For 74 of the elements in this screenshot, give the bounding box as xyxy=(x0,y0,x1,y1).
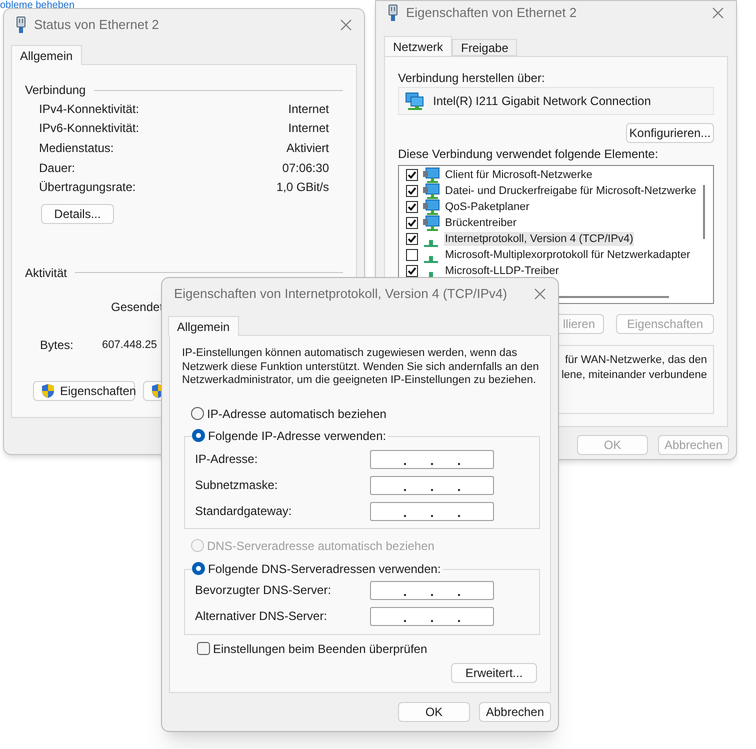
description-text: lene, miteinander verbundene xyxy=(561,368,707,383)
list-item[interactable]: Client für Microsoft-Netzwerke xyxy=(444,168,594,182)
checkbox[interactable] xyxy=(406,265,418,277)
ethernet-plug-icon xyxy=(388,4,398,22)
window-title: Status von Ethernet 2 xyxy=(34,16,160,34)
group-heading: Aktivität xyxy=(25,264,68,282)
bytes-value: 607.448.25 xyxy=(102,338,158,353)
info-label: IPv4-Konnektivität: xyxy=(39,100,140,118)
checkbox[interactable] xyxy=(406,249,418,261)
ip-address-field[interactable] xyxy=(370,606,494,626)
tab[interactable]: Netzwerk xyxy=(384,36,452,56)
info-label: Übertragungsrate: xyxy=(39,179,136,196)
list-item[interactable]: Microsoft-LLDP-Treiber xyxy=(444,264,560,278)
protocol-icon xyxy=(424,256,438,262)
advanced-button[interactable]: Erweitert... xyxy=(451,662,537,682)
network-monitor-icon xyxy=(422,166,440,184)
info-label: Dauer: xyxy=(39,160,76,177)
radio-option[interactable]: Folgende IP-Adresse verwenden: xyxy=(192,428,386,442)
validate-checkbox[interactable]: Einstellungen beim Beenden überprüfen xyxy=(197,642,538,656)
ip-address-field[interactable] xyxy=(370,476,494,494)
info-value: Internet xyxy=(288,120,329,138)
checkbox[interactable] xyxy=(406,233,418,245)
field-label: Alternativer DNS-Server: xyxy=(195,608,328,625)
close-icon[interactable] xyxy=(534,288,546,300)
intro-text: IP-Einstellungen können automatisch zugewiesen werden, wenn das Netzwerk diese Funktion unterstützt. Wenden Sie sich andernfalls an den Netzwerkadministrator, um die geeigneten IP-Einstellungen zu beziehen. xyxy=(182,347,540,388)
ip-address-field[interactable] xyxy=(370,502,494,520)
ok-button[interactable]: OK xyxy=(398,702,470,722)
details-button[interactable]: Details... xyxy=(41,204,114,224)
connect-via-label: Verbindung herstellen über: xyxy=(398,70,546,85)
elements-label: Diese Verbindung verwendet folgende Elemente: xyxy=(398,146,660,161)
close-icon[interactable] xyxy=(712,7,724,19)
checkbox[interactable] xyxy=(406,201,418,213)
list-item[interactable]: Internetprotokoll, Version 4 (TCP/IPv4) xyxy=(444,232,634,246)
network-adapter-icon xyxy=(405,92,425,110)
info-value: Internet xyxy=(288,100,329,118)
list-item[interactable]: QoS-Paketplaner xyxy=(444,200,530,214)
window-title: Eigenschaften von Internetprotokoll, Version 4 (TCP/IPv4) xyxy=(174,285,508,304)
info-value: 07:06:30 xyxy=(282,160,329,177)
info-label: Medienstatus: xyxy=(39,140,114,157)
checkbox[interactable] xyxy=(406,185,418,197)
list-item[interactable]: Microsoft-Multiplexorprotokoll für Netzwerkadapter xyxy=(444,248,692,262)
field-label: Bevorzugter DNS-Server: xyxy=(195,582,332,599)
network-monitor-icon xyxy=(422,198,440,216)
tab[interactable]: Allgemein xyxy=(11,45,82,65)
configure-button[interactable]: Konfigurieren... xyxy=(626,123,714,143)
network-monitor-icon xyxy=(422,214,440,232)
group-heading: Verbindung xyxy=(25,82,86,99)
description-text: für WAN-Netzwerke, das den xyxy=(564,353,707,368)
ip-address-field[interactable] xyxy=(370,580,494,600)
protocol-icon xyxy=(424,240,438,246)
adapter-name: Intel(R) I211 Gigabit Network Connection xyxy=(433,93,651,110)
cancel-button[interactable]: Abbrechen xyxy=(479,702,551,722)
close-icon[interactable] xyxy=(340,19,352,31)
field-label: IP-Adresse: xyxy=(195,451,259,468)
bytes-label: Bytes: xyxy=(40,336,74,354)
ip-address-field[interactable] xyxy=(370,450,494,468)
info-value: 1,0 GBit/s xyxy=(276,179,329,196)
tab[interactable]: Freigabe xyxy=(452,39,518,56)
checkbox[interactable] xyxy=(406,169,418,181)
info-value: Aktiviert xyxy=(286,140,329,157)
list-item[interactable]: Brückentreiber xyxy=(444,216,518,230)
field-label: Standardgateway: xyxy=(195,503,293,520)
radio-option[interactable]: IP-Adresse automatisch beziehen xyxy=(191,406,538,420)
field-label: Subnetzmaske: xyxy=(195,477,279,494)
checkbox[interactable] xyxy=(406,217,418,229)
info-label: IPv6-Konnektivität: xyxy=(39,120,140,138)
tab[interactable]: Allgemein xyxy=(168,316,239,336)
ethernet-plug-icon xyxy=(16,16,26,34)
troubleshoot-link[interactable]: obleme beheben xyxy=(0,0,75,12)
properties-button[interactable]: Eigenschaften xyxy=(33,380,135,401)
list-item[interactable]: Datei- und Druckerfreigabe für Microsoft-Netzwerke xyxy=(444,184,698,198)
radio-option[interactable]: Folgende DNS-Serveradressen verwenden: xyxy=(192,562,441,576)
window-title: Eigenschaften von Ethernet 2 xyxy=(406,4,578,22)
network-monitor-icon xyxy=(422,182,440,200)
